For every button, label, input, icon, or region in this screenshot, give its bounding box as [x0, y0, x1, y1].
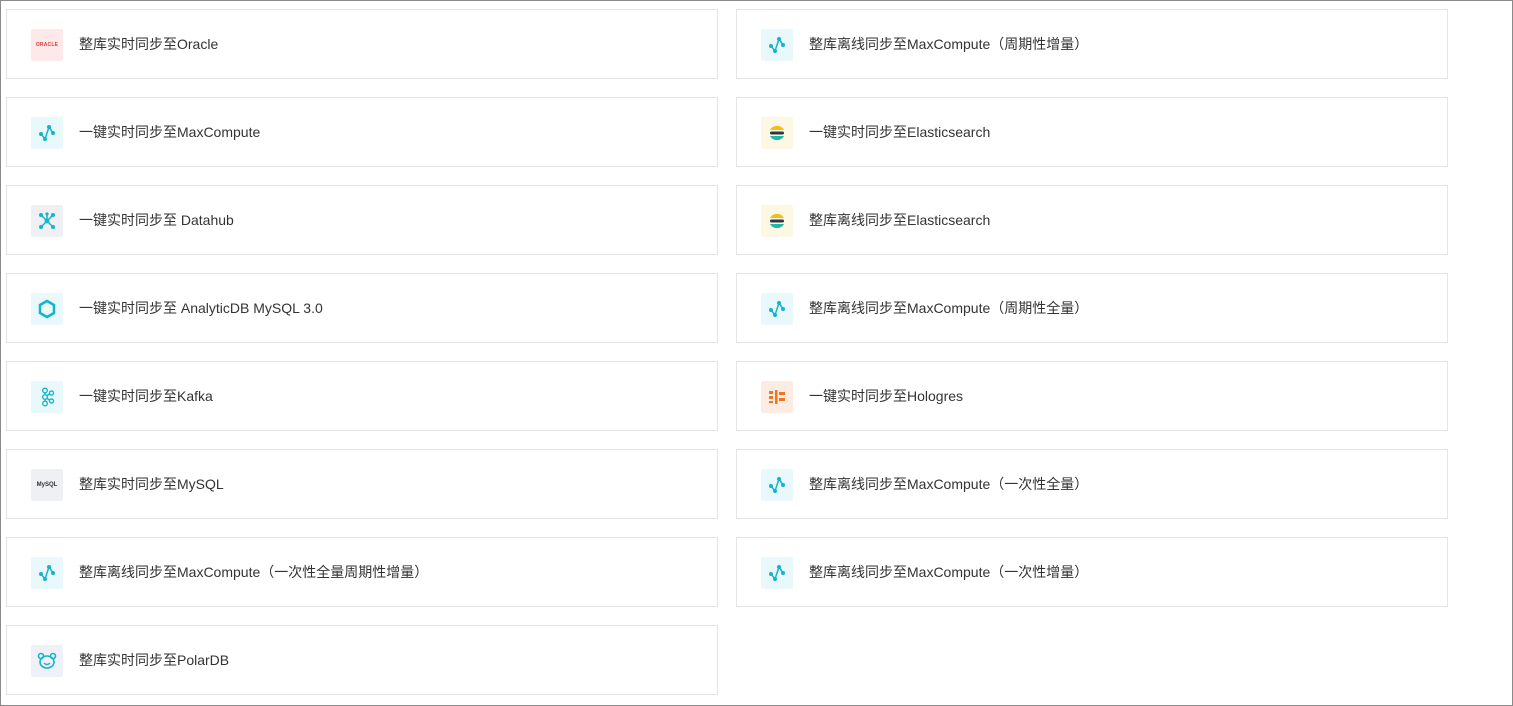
solution-card-analyticdb-realtime[interactable]: 一键实时同步至 AnalyticDB MySQL 3.0	[6, 273, 718, 343]
solution-card-kafka-realtime[interactable]: 一键实时同步至Kafka	[6, 361, 718, 431]
solution-card-elasticsearch-offline[interactable]: 整库离线同步至Elasticsearch	[736, 185, 1448, 255]
analyticdb-icon	[31, 293, 63, 325]
solution-card-label: 一键实时同步至 AnalyticDB MySQL 3.0	[79, 300, 323, 316]
solution-card-mysql-realtime[interactable]: MySQL 整库实时同步至MySQL	[6, 449, 718, 519]
solution-card-label: 整库离线同步至MaxCompute（一次性全量周期性增量）	[79, 564, 429, 580]
maxcompute-icon	[31, 117, 63, 149]
solution-card-label: 一键实时同步至Hologres	[809, 388, 964, 404]
elasticsearch-icon	[761, 117, 793, 149]
solution-card-elasticsearch-realtime[interactable]: 一键实时同步至Elasticsearch	[736, 97, 1448, 167]
solution-card-label: 整库实时同步至MySQL	[79, 476, 224, 492]
solution-card-label: 一键实时同步至Elasticsearch	[809, 124, 991, 140]
solution-card-label: 整库实时同步至PolarDB	[79, 652, 230, 668]
solution-list-panel: ORACLE 整库实时同步至Oracle 一键实时同步至MaxCompute 一…	[0, 0, 1513, 706]
solution-card-oracle-realtime[interactable]: ORACLE 整库实时同步至Oracle	[6, 9, 718, 79]
elasticsearch-icon	[761, 205, 793, 237]
maxcompute-icon	[761, 29, 793, 61]
datahub-icon	[31, 205, 63, 237]
solution-card-maxcompute-periodic-incremental[interactable]: 整库离线同步至MaxCompute（周期性增量）	[736, 9, 1448, 79]
solution-card-label: 一键实时同步至MaxCompute	[79, 124, 261, 140]
mysql-icon: MySQL	[31, 469, 63, 501]
maxcompute-icon	[761, 293, 793, 325]
solution-card-maxcompute-realtime[interactable]: 一键实时同步至MaxCompute	[6, 97, 718, 167]
solution-card-maxcompute-onetime-incremental[interactable]: 整库离线同步至MaxCompute（一次性增量）	[736, 537, 1448, 607]
maxcompute-icon	[31, 557, 63, 589]
maxcompute-icon	[761, 469, 793, 501]
solution-card-label: 整库离线同步至MaxCompute（一次性增量）	[809, 564, 1089, 580]
solution-card-label: 整库离线同步至MaxCompute（一次性全量）	[809, 476, 1089, 492]
solution-card-label: 整库离线同步至MaxCompute（周期性全量）	[809, 300, 1089, 316]
polardb-icon	[31, 645, 63, 677]
solution-card-label: 整库离线同步至Elasticsearch	[809, 212, 991, 228]
solution-card-maxcompute-full-incremental[interactable]: 整库离线同步至MaxCompute（一次性全量周期性增量）	[6, 537, 718, 607]
kafka-icon	[31, 381, 63, 413]
solution-card-polardb-realtime[interactable]: 整库实时同步至PolarDB	[6, 625, 718, 695]
solution-card-datahub-realtime[interactable]: 一键实时同步至 Datahub	[6, 185, 718, 255]
oracle-icon: ORACLE	[31, 29, 63, 61]
maxcompute-icon	[761, 557, 793, 589]
solution-card-maxcompute-periodic-full[interactable]: 整库离线同步至MaxCompute（周期性全量）	[736, 273, 1448, 343]
solution-card-label: 一键实时同步至 Datahub	[79, 212, 234, 228]
hologres-icon	[761, 381, 793, 413]
solution-card-label: 一键实时同步至Kafka	[79, 388, 213, 404]
solution-card-maxcompute-onetime-full[interactable]: 整库离线同步至MaxCompute（一次性全量）	[736, 449, 1448, 519]
solution-card-label: 整库实时同步至Oracle	[79, 36, 219, 52]
solution-card-hologres-realtime[interactable]: 一键实时同步至Hologres	[736, 361, 1448, 431]
solution-card-label: 整库离线同步至MaxCompute（周期性增量）	[809, 36, 1089, 52]
